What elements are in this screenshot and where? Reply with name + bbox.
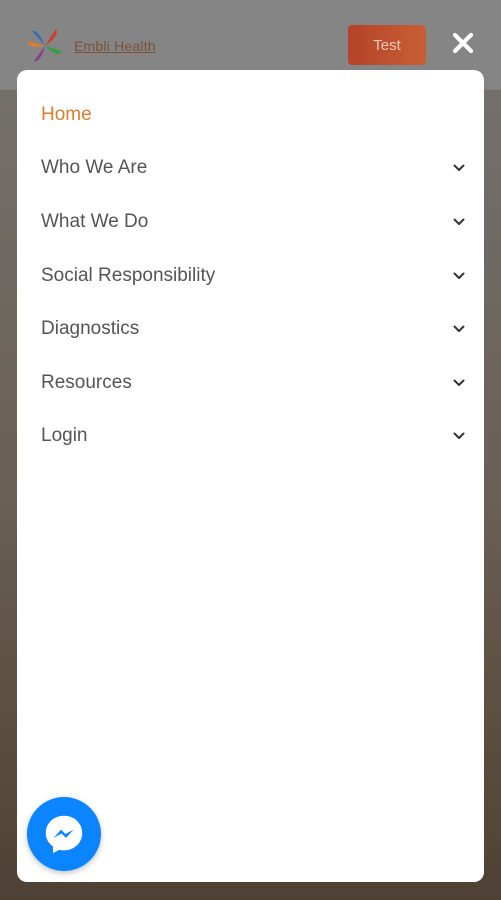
chevron-down-icon[interactable] — [452, 429, 466, 443]
chevron-down-icon[interactable] — [452, 269, 466, 283]
chevron-down-icon[interactable] — [452, 322, 466, 336]
menu-item-label: Resources — [41, 371, 132, 393]
menu-item-label: Diagnostics — [41, 318, 140, 340]
menu-item-label: Who We Are — [41, 157, 148, 179]
mobile-nav-menu: Home Who We Are What We Do Social Responsib… — [17, 70, 484, 882]
menu-item-who-we-are[interactable]: Who We Are — [17, 142, 484, 196]
menu-item-label: Social Responsibility — [41, 264, 216, 286]
menu-item-diagnostics[interactable]: Diagnostics — [17, 302, 484, 356]
chevron-down-icon[interactable] — [452, 376, 466, 390]
menu-item-resources[interactable]: Resources — [17, 356, 484, 410]
menu-item-label: Login — [41, 425, 88, 447]
menu-list: Home Who We Are What We Do Social Responsib… — [17, 70, 484, 463]
menu-item-label: Home — [41, 103, 92, 125]
test-button[interactable]: Test — [348, 25, 426, 65]
menu-item-social-responsibility[interactable]: Social Responsibility — [17, 249, 484, 303]
logo-mark-icon — [28, 29, 62, 62]
chevron-down-icon[interactable] — [452, 161, 466, 175]
brand-name: Embli Health — [74, 38, 156, 54]
menu-item-label: What We Do — [41, 210, 149, 232]
messenger-icon — [45, 815, 83, 854]
close-icon — [452, 32, 474, 54]
menu-item-what-we-do[interactable]: What We Do — [17, 195, 484, 249]
menu-item-login[interactable]: Login — [17, 410, 484, 464]
menu-item-home[interactable]: Home — [17, 88, 484, 142]
close-menu-button[interactable] — [446, 26, 480, 60]
chevron-down-icon[interactable] — [452, 215, 466, 229]
messenger-chat-button[interactable] — [27, 797, 101, 871]
site-logo[interactable]: Embli Health — [22, 22, 172, 70]
